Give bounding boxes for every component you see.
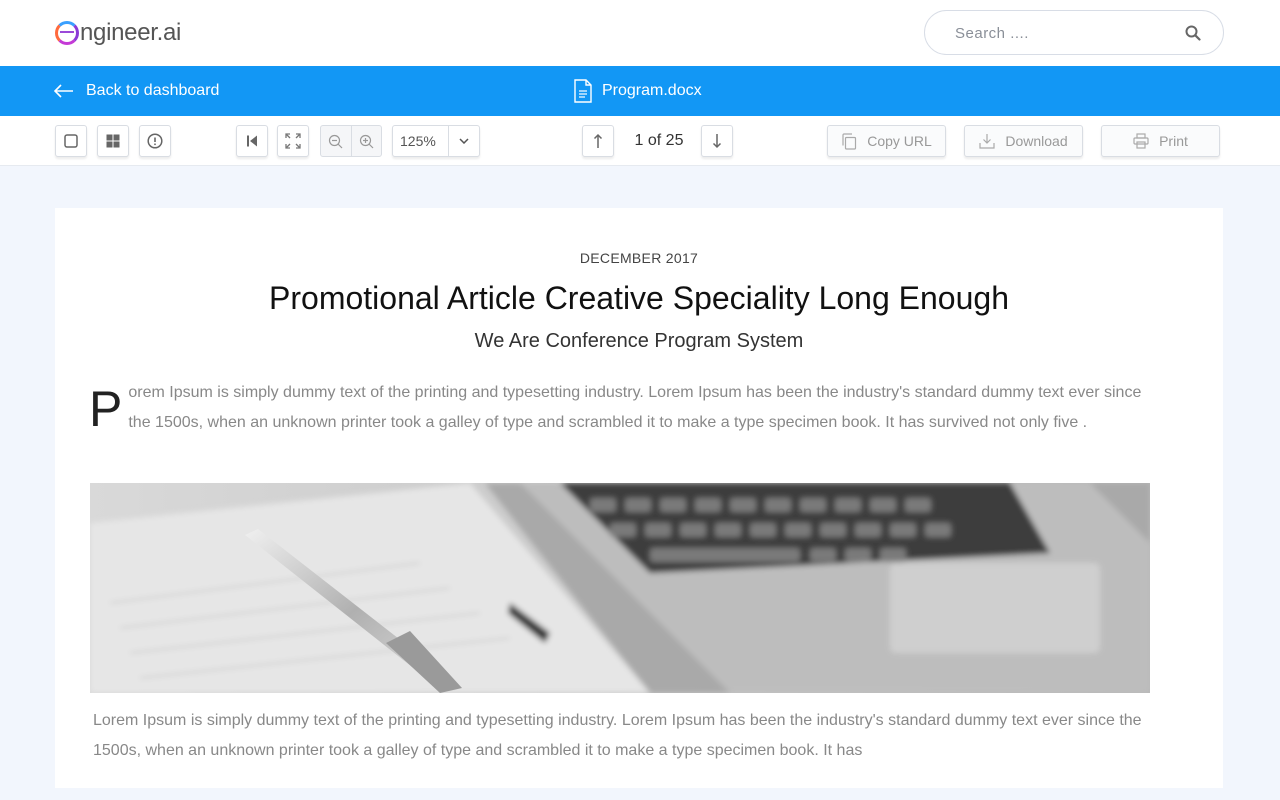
zoom-out-button[interactable] — [321, 126, 352, 156]
intro-paragraph: P orem Ipsum is simply dummy text of the… — [89, 378, 1153, 438]
copy-icon — [842, 132, 857, 150]
back-label: Back to dashboard — [86, 82, 220, 99]
top-bar: ngineer.ai — [0, 0, 1280, 66]
document-title: Promotional Article Creative Speciality … — [269, 280, 1009, 316]
arrow-up-icon — [593, 133, 603, 148]
skip-to-start-icon — [247, 135, 257, 147]
page-indicator: 1 of 25 — [634, 132, 684, 149]
document-header-bar: Back to dashboard Program.docx — [0, 66, 1280, 116]
first-page-button[interactable] — [236, 125, 268, 157]
download-label: Download — [1005, 133, 1068, 149]
viewer-toolbar: 125% 1 of 25 Copy URL Download Print — [0, 116, 1280, 166]
intro-paragraph-text: orem Ipsum is simply dummy text of the p… — [128, 384, 1142, 431]
document-page: DECEMBER 2017 Promotional Article Creati… — [55, 208, 1223, 788]
expand-icon — [285, 133, 301, 149]
next-page-button[interactable] — [701, 125, 733, 157]
info-icon — [147, 133, 163, 149]
arrow-left-icon — [54, 84, 73, 98]
download-button[interactable]: Download — [964, 125, 1083, 157]
print-button[interactable]: Print — [1101, 125, 1220, 157]
grid-view-button[interactable] — [97, 125, 129, 157]
single-page-view-button[interactable] — [55, 125, 87, 157]
chevron-down-icon[interactable] — [449, 126, 479, 156]
logo-ring-icon — [55, 21, 79, 45]
document-icon — [574, 79, 592, 103]
search-icon[interactable] — [1185, 25, 1201, 41]
grid-icon — [106, 134, 120, 148]
document-subtitle: We Are Conference Program System — [474, 330, 804, 352]
printer-icon — [1133, 133, 1149, 149]
laptop-and-pen-image — [90, 483, 1150, 693]
drop-cap: P — [89, 381, 123, 437]
print-label: Print — [1159, 133, 1188, 149]
zoom-in-icon — [359, 134, 374, 148]
logo[interactable]: ngineer.ai — [55, 16, 181, 50]
copy-url-button[interactable]: Copy URL — [827, 125, 946, 157]
zoom-select[interactable]: 125% — [392, 125, 480, 157]
back-to-dashboard-link[interactable]: Back to dashboard — [54, 80, 219, 102]
info-button[interactable] — [139, 125, 171, 157]
zoom-out-icon — [329, 134, 343, 148]
file-title: Program.docx — [574, 78, 702, 104]
hero-image — [90, 483, 1150, 693]
arrow-down-icon — [712, 134, 722, 149]
fullscreen-button[interactable] — [277, 125, 309, 157]
document-date: DECEMBER 2017 — [579, 250, 699, 266]
zoom-value: 125% — [393, 126, 449, 156]
file-name: Program.docx — [602, 82, 702, 99]
previous-page-button[interactable] — [582, 125, 614, 157]
zoom-in-button[interactable] — [352, 126, 382, 156]
square-icon — [64, 134, 78, 148]
body-paragraph: Lorem Ipsum is simply dummy text of the … — [93, 712, 1142, 759]
search-box — [924, 10, 1224, 55]
copy-url-label: Copy URL — [867, 133, 932, 149]
search-input[interactable] — [955, 21, 1175, 45]
download-icon — [979, 134, 995, 149]
logo-text: ngineer.ai — [80, 19, 182, 46]
zoom-controls — [320, 125, 382, 157]
